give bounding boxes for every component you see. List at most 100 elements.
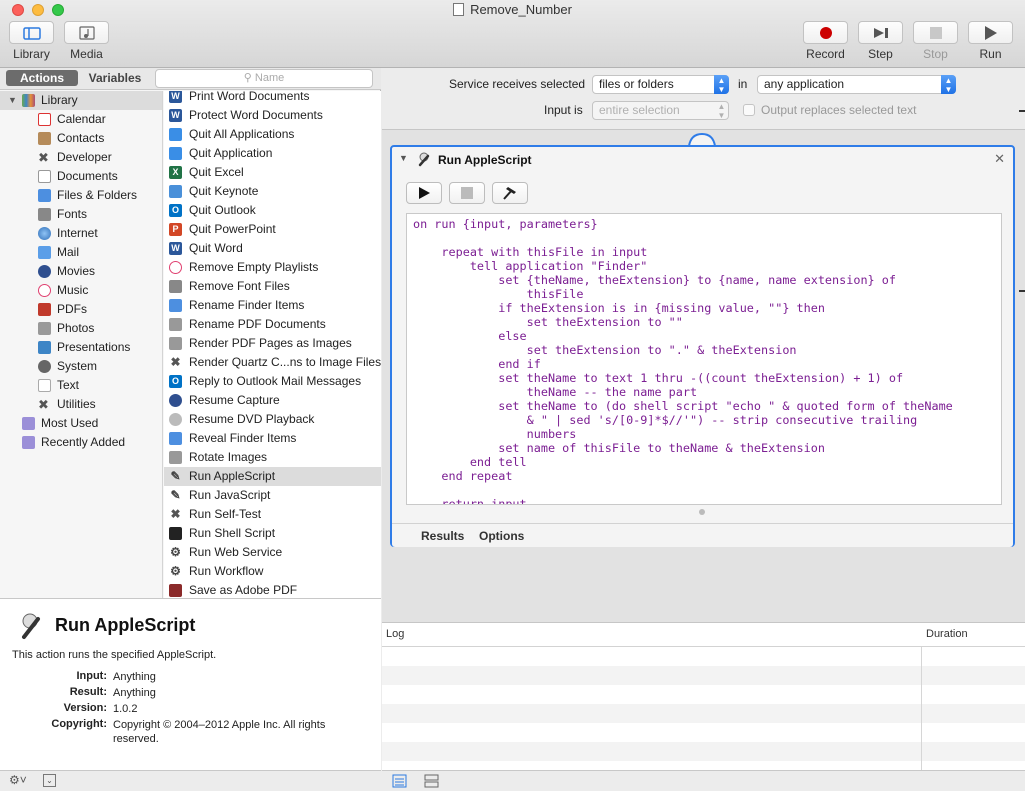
document-icon	[453, 3, 465, 16]
application-value: any application	[764, 77, 845, 91]
sidebar-item-internet[interactable]: Internet	[0, 224, 162, 243]
list-item[interactable]: Resume DVD Playback	[164, 410, 381, 429]
list-item[interactable]: O Quit Outlook	[164, 201, 381, 220]
list-item[interactable]: Rename Finder Items	[164, 296, 381, 315]
tab-actions[interactable]: Actions	[6, 70, 78, 86]
list-item-label: Render Quartz C...ns to Image Files	[189, 355, 381, 369]
resize-handle[interactable]	[699, 509, 705, 515]
list-item[interactable]: X Quit Excel	[164, 163, 381, 182]
list-item[interactable]: Resume Capture	[164, 391, 381, 410]
compile-script-button[interactable]	[492, 182, 528, 204]
sidebar-item-label: Contacts	[57, 131, 105, 145]
library-books-icon	[22, 94, 35, 107]
list-item[interactable]: Remove Empty Playlists	[164, 258, 381, 277]
application-popup[interactable]: any application ▲ ▼	[757, 75, 956, 94]
list-item-selected[interactable]: ✎ Run AppleScript	[164, 467, 381, 486]
output-replaces-checkbox[interactable]	[743, 104, 755, 116]
preview-icon	[169, 318, 182, 331]
sidebar-item-music[interactable]: Music	[0, 281, 162, 300]
sidebar-item-fonts[interactable]: Fonts	[0, 205, 162, 224]
list-item-label: Run AppleScript	[189, 469, 276, 483]
input-is-popup[interactable]: entire selection ▲ ▼	[592, 101, 729, 120]
list-item[interactable]: Remove Font Files	[164, 277, 381, 296]
split-view-icon[interactable]	[424, 774, 439, 788]
sidebar-item-recently-added[interactable]: Recently Added	[0, 433, 162, 452]
sidebar-item-most-used[interactable]: Most Used	[0, 414, 162, 433]
sidebar-item-label: Most Used	[41, 416, 99, 430]
close-icon[interactable]: ✕	[994, 151, 1005, 167]
sidebar-item-files-folders[interactable]: Files & Folders	[0, 186, 162, 205]
sidebar-item-developer[interactable]: ✖ Developer	[0, 148, 162, 167]
description-toggle-icon[interactable]: ⌄	[43, 774, 56, 787]
list-item[interactable]: Render PDF Pages as Images	[164, 334, 381, 353]
script-text[interactable]: on run {input, parameters} repeat with t…	[413, 217, 953, 504]
list-item[interactable]: Quit Application	[164, 144, 381, 163]
duration-column-header[interactable]: Duration	[926, 628, 968, 640]
record-button[interactable]	[803, 21, 848, 44]
input-type-popup[interactable]: files or folders ▲ ▼	[592, 75, 729, 94]
pdf-icon	[38, 303, 51, 316]
word-icon: W	[169, 91, 182, 103]
title-bar: Remove_Number Library Media Record Step …	[0, 0, 1025, 68]
stop-button[interactable]	[913, 21, 958, 44]
sidebar-item-contacts[interactable]: Contacts	[0, 129, 162, 148]
sidebar-item-presentations[interactable]: Presentations	[0, 338, 162, 357]
sidebar-item-utilities[interactable]: ✖ Utilities	[0, 395, 162, 414]
list-item[interactable]: W Quit Word	[164, 239, 381, 258]
list-item[interactable]: Quit Keynote	[164, 182, 381, 201]
list-item[interactable]: O Reply to Outlook Mail Messages	[164, 372, 381, 391]
media-button[interactable]	[64, 21, 109, 44]
list-item[interactable]: ✎ Run JavaScript	[164, 486, 381, 505]
actions-list: W Print Word Documents W Protect Word Docu…	[164, 91, 381, 598]
list-item[interactable]: Quit All Applications	[164, 125, 381, 144]
run-script-button[interactable]	[406, 182, 442, 204]
list-item[interactable]: P Quit PowerPoint	[164, 220, 381, 239]
sidebar-item-pdfs[interactable]: PDFs	[0, 300, 162, 319]
list-item[interactable]: Rotate Images	[164, 448, 381, 467]
sidebar-item-calendar[interactable]: Calendar	[0, 110, 162, 129]
list-item[interactable]: Reveal Finder Items	[164, 429, 381, 448]
list-item-label: Remove Font Files	[189, 279, 290, 293]
sidebar-item-text[interactable]: Text	[0, 376, 162, 395]
search-input[interactable]: ⚲ Name	[155, 69, 373, 88]
version-key: Version:	[63, 702, 107, 714]
library-toggle-button[interactable]	[9, 21, 54, 44]
tools-icon: ✖	[170, 507, 181, 521]
sidebar-item-library[interactable]: ▼ Library	[0, 91, 162, 110]
list-item[interactable]: Rename PDF Documents	[164, 315, 381, 334]
disclosure-down-icon[interactable]: ▼	[399, 153, 408, 163]
script-icon: ✎	[170, 469, 181, 483]
list-item[interactable]: W Print Word Documents	[164, 91, 381, 106]
step-button[interactable]	[858, 21, 903, 44]
list-item-label: Resume Capture	[189, 393, 280, 407]
list-item-label: Run Web Service	[189, 545, 283, 559]
list-view-icon[interactable]	[392, 774, 407, 788]
list-item[interactable]: Run Shell Script	[164, 524, 381, 543]
record-icon	[820, 27, 832, 39]
list-item[interactable]: ⚙ Run Web Service	[164, 543, 381, 562]
tab-results[interactable]: Results	[421, 529, 464, 543]
sidebar-item-system[interactable]: System	[0, 357, 162, 376]
left-pane: Actions Variables ⚲ Name ▼ Library Calen…	[0, 68, 381, 791]
sidebar-item-mail[interactable]: Mail	[0, 243, 162, 262]
log-column-header[interactable]: Log	[386, 628, 404, 640]
list-item[interactable]: ⚙ Run Workflow	[164, 562, 381, 581]
stop-script-button[interactable]	[449, 182, 485, 204]
list-item[interactable]: W Protect Word Documents	[164, 106, 381, 125]
sidebar-item-photos[interactable]: Photos	[0, 319, 162, 338]
action-header: ▼ Run AppleScript ✕	[392, 147, 1013, 173]
list-item[interactable]: ✖ Render Quartz C...ns to Image Files	[164, 353, 381, 372]
run-applescript-action[interactable]: ▼ Run AppleScript ✕ on run {input, param…	[390, 145, 1015, 547]
preview-icon	[169, 337, 182, 350]
tab-options[interactable]: Options	[479, 529, 524, 543]
script-editor[interactable]: on run {input, parameters} repeat with t…	[406, 213, 1002, 505]
list-item[interactable]: ✖ Run Self-Test	[164, 505, 381, 524]
itunes-icon	[38, 284, 51, 297]
gear-icon[interactable]: ⚙˅	[9, 773, 27, 787]
list-item[interactable]: Save as Adobe PDF	[164, 581, 381, 598]
tab-variables[interactable]: Variables	[80, 70, 150, 86]
sidebar-item-documents[interactable]: Documents	[0, 167, 162, 186]
list-item-label: Resume DVD Playback	[189, 412, 315, 426]
run-button[interactable]	[968, 21, 1013, 44]
sidebar-item-movies[interactable]: Movies	[0, 262, 162, 281]
